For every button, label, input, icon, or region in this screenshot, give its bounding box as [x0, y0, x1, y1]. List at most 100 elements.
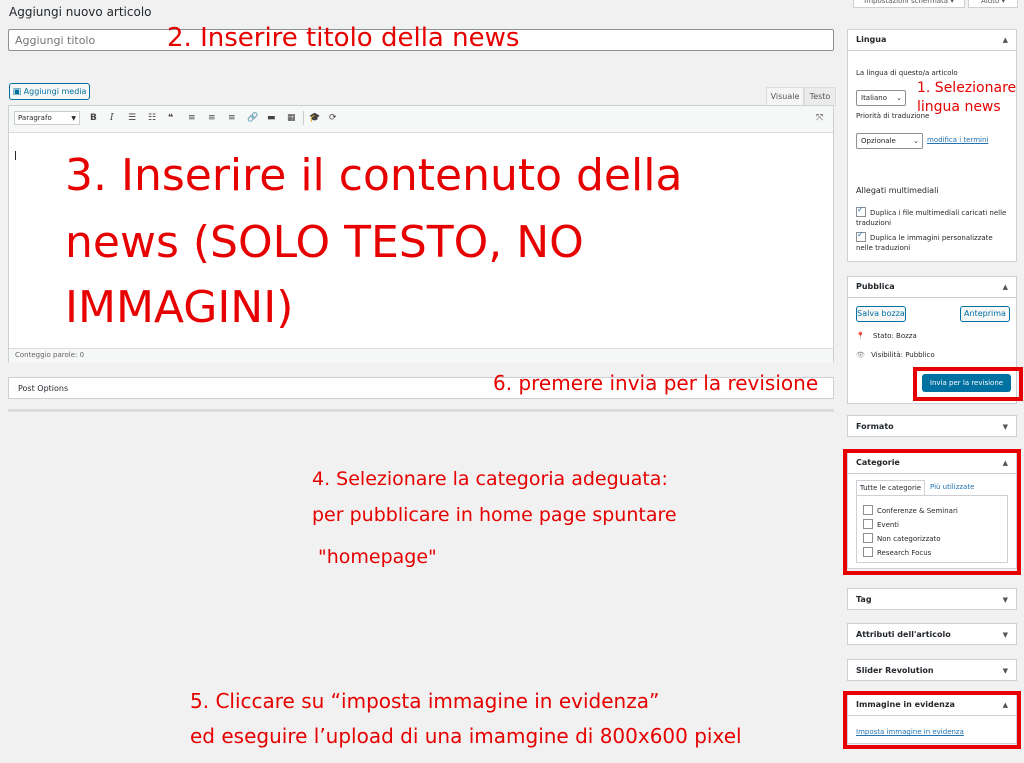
- language-box-header[interactable]: Lingua ▲: [848, 30, 1016, 51]
- edit-terms-link[interactable]: modifica i termini: [927, 136, 988, 144]
- collapse-down-icon[interactable]: ▼: [1003, 631, 1008, 639]
- collapse-up-icon[interactable]: ▲: [1003, 701, 1008, 709]
- category-item[interactable]: Research Focus: [863, 547, 932, 558]
- annotation-3-line-1: 3. Inserire il contenuto della: [65, 150, 683, 201]
- preview-button[interactable]: Anteprima: [960, 306, 1010, 322]
- collapse-up-icon[interactable]: ▲: [1003, 459, 1008, 467]
- divider: [8, 409, 834, 412]
- tab-visual[interactable]: Visuale: [766, 87, 804, 106]
- refresh-icon[interactable]: ⟳: [329, 113, 337, 123]
- category-label: Eventi: [877, 521, 899, 529]
- screen-options-button[interactable]: Impostazioni schermata ▾: [853, 0, 965, 8]
- duplicate-images-checkbox[interactable]: [856, 230, 866, 242]
- language-label: La lingua di questo/a articolo: [856, 69, 958, 77]
- visibility-text: Visibilità: Pubblico: [871, 351, 935, 359]
- publish-box-header[interactable]: Pubblica ▲: [848, 277, 1016, 298]
- category-checkbox[interactable]: [863, 505, 873, 515]
- set-featured-image-link[interactable]: Imposta immagine in evidenza: [856, 728, 964, 736]
- categories-box: Categorie ▲ Tutte le categorie Più utili…: [847, 452, 1017, 569]
- word-count: Conteggio parole: 0: [15, 351, 85, 359]
- toolbar-divider: [303, 111, 304, 125]
- annotation-6: 6. premere invia per la revisione: [493, 371, 819, 395]
- chevron-down-icon: ▼: [71, 115, 76, 122]
- language-select[interactable]: Italiano ⌄: [856, 90, 906, 106]
- category-label: Conferenze & Seminari: [877, 507, 958, 515]
- slider-revolution-box[interactable]: Slider Revolution ▼: [847, 659, 1017, 681]
- annotation-3-line-2: news (SOLO TESTO, NO: [65, 217, 584, 268]
- collapse-up-icon[interactable]: ▲: [1003, 283, 1008, 291]
- tab-text[interactable]: Testo: [804, 87, 836, 106]
- priority-select[interactable]: Opzionale ⌄: [856, 133, 923, 149]
- post-attributes-title: Attributi dell'articolo: [856, 630, 951, 639]
- category-checkbox[interactable]: [863, 547, 873, 557]
- align-center-icon[interactable]: ≡: [208, 113, 216, 123]
- text-cursor: [15, 151, 16, 160]
- save-draft-button[interactable]: Salva bozza: [856, 306, 906, 322]
- grad-cap-icon[interactable]: 🎓: [309, 113, 320, 123]
- annotation-4-line-3: "homepage": [318, 546, 437, 568]
- category-item[interactable]: Eventi: [863, 519, 899, 530]
- collapse-down-icon[interactable]: ▼: [1003, 423, 1008, 431]
- categories-box-header[interactable]: Categorie ▲: [848, 453, 1016, 474]
- help-button[interactable]: Aiuto ▾: [968, 0, 1018, 8]
- collapse-down-icon[interactable]: ▼: [1003, 596, 1008, 604]
- category-label: Non categorizzato: [877, 535, 941, 543]
- category-checkbox[interactable]: [863, 519, 873, 529]
- annotation-4-line-1: 4. Selezionare la categoria adeguata:: [312, 468, 668, 490]
- add-media-icon: ▣: [12, 87, 22, 97]
- format-box[interactable]: Formato ▼: [847, 415, 1017, 437]
- annotation-1-line-2: lingua news: [917, 99, 1001, 115]
- fullscreen-icon[interactable]: ⤧: [816, 113, 823, 123]
- category-item[interactable]: Non categorizzato: [863, 533, 941, 544]
- collapse-up-icon[interactable]: ▲: [1003, 36, 1008, 44]
- annotation-2: 2. Inserire titolo della news: [167, 23, 520, 53]
- language-box-title: Lingua: [856, 35, 887, 44]
- read-more-icon[interactable]: ▬: [267, 113, 276, 123]
- language-box: Lingua ▲ La lingua di questo/a articolo …: [847, 29, 1017, 262]
- format-select[interactable]: Paragrafo ▼: [14, 111, 80, 125]
- blockquote-icon[interactable]: ❝: [168, 113, 173, 123]
- italic-icon[interactable]: I: [110, 113, 114, 123]
- post-attributes-box[interactable]: Attributi dell'articolo ▼: [847, 623, 1017, 645]
- publish-box: Pubblica ▲ Salva bozza Anteprima 📍 Stato…: [847, 276, 1017, 404]
- toolbar-toggle-icon[interactable]: ▦: [287, 113, 296, 123]
- duplicate-media-checkbox-row[interactable]: Duplica i file multimediali caricati nel…: [856, 205, 1011, 228]
- categories-list: Conferenze & Seminari Eventi Non categor…: [856, 495, 1008, 563]
- category-label: Research Focus: [877, 549, 932, 557]
- format-select-value: Paragrafo: [18, 114, 52, 122]
- duplicate-images-checkbox-row[interactable]: Duplica le immagini personalizzate nelle…: [856, 230, 1011, 253]
- categories-box-title: Categorie: [856, 458, 900, 467]
- featured-image-header[interactable]: Immagine in evidenza ▲: [848, 695, 1016, 716]
- bold-icon[interactable]: B: [90, 113, 97, 123]
- tab-most-used[interactable]: Più utilizzate: [930, 483, 974, 491]
- featured-image-box: Immagine in evidenza ▲ Imposta immagine …: [847, 694, 1017, 744]
- tag-box-title: Tag: [856, 595, 872, 604]
- annotation-1-line-1: 1. Selezionare: [917, 80, 1017, 96]
- chevron-down-icon: ⌄: [913, 137, 919, 145]
- tag-box[interactable]: Tag ▼: [847, 588, 1017, 610]
- pin-icon: 📍: [856, 332, 865, 340]
- link-icon[interactable]: 🔗: [247, 113, 258, 123]
- collapse-down-icon[interactable]: ▼: [1003, 667, 1008, 675]
- align-left-icon[interactable]: ≡: [188, 113, 196, 123]
- add-media-button[interactable]: ▣ Aggiungi media: [9, 83, 90, 100]
- category-item[interactable]: Conferenze & Seminari: [863, 505, 958, 516]
- bullet-list-icon[interactable]: ☰: [128, 113, 136, 123]
- numbered-list-icon[interactable]: ☷: [148, 113, 156, 123]
- status-text: Stato: Bozza: [872, 332, 917, 340]
- duplicate-media-checkbox[interactable]: [856, 205, 866, 217]
- slider-revolution-title: Slider Revolution: [856, 666, 934, 675]
- add-media-label: Aggiungi media: [23, 87, 87, 96]
- status-row: 📍 Stato: Bozza: [856, 332, 917, 340]
- chevron-down-icon: ⌄: [896, 94, 902, 102]
- category-checkbox[interactable]: [863, 533, 873, 543]
- post-options-title: Post Options: [18, 384, 69, 393]
- submit-for-review-button[interactable]: Invia per la revisione: [922, 374, 1011, 392]
- annotation-4-line-2: per pubblicare in home page spuntare: [312, 504, 677, 526]
- word-count-bar: Conteggio parole: 0: [9, 348, 833, 363]
- annotation-5-line-1: 5. Cliccare su “imposta immagine in evid…: [190, 689, 660, 713]
- publish-box-title: Pubblica: [856, 282, 895, 291]
- format-box-title: Formato: [856, 422, 894, 431]
- align-right-icon[interactable]: ≡: [228, 113, 236, 123]
- visibility-row: 👁 Visibilità: Pubblico: [856, 351, 935, 359]
